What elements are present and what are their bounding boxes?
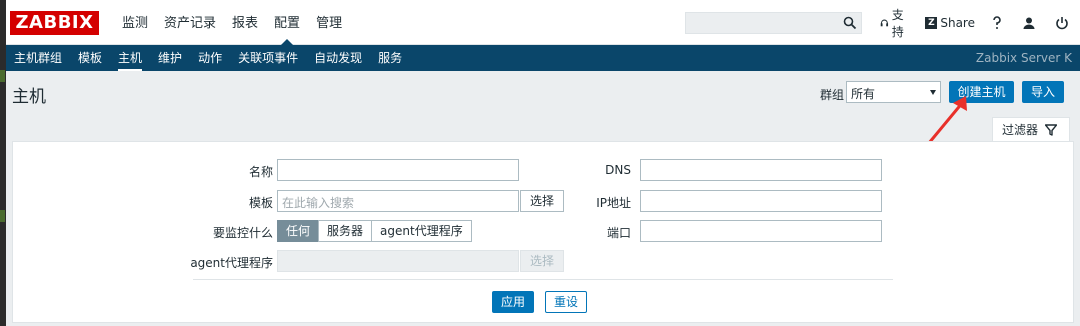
zabbix-app: ZABBIX 监测 资产记录 报表 配置 管理 支持 Z Share 主机群组 … (6, 0, 1080, 326)
main-menu-item-reports[interactable]: 报表 (224, 0, 266, 45)
filter-panel: 名称 模板 在此输入搜索 选择 要监控什么 任何 服务器 agent代理程序 a… (12, 141, 1074, 323)
annotation-arrow-icon (927, 96, 967, 145)
share-z-icon: Z (925, 16, 938, 29)
page-title: 主机 (12, 87, 46, 107)
page-header: 主机 群组 所有 创建主机 导入 (6, 71, 1080, 119)
filter-tab[interactable]: 过滤器 (992, 117, 1070, 141)
monitored-option-server[interactable]: 服务器 (318, 220, 373, 242)
sub-menu-item-services[interactable]: 服务 (370, 45, 410, 71)
dns-input[interactable] (640, 159, 882, 181)
sub-menu-item-event-correlation[interactable]: 关联项事件 (230, 45, 306, 71)
server-name: Zabbix Server K (975, 51, 1072, 65)
filter-divider (193, 279, 893, 280)
desktop-edge-mark (0, 210, 5, 222)
apply-button[interactable]: 应用 (492, 291, 534, 313)
support-link[interactable]: 支持 (872, 0, 917, 45)
sub-menu-item-actions[interactable]: 动作 (190, 45, 230, 71)
main-menu-item-inventory[interactable]: 资产记录 (156, 0, 224, 45)
top-header: ZABBIX 监测 资产记录 报表 配置 管理 支持 Z Share (6, 0, 1080, 45)
desktop-edge-mark (0, 70, 5, 82)
ip-input[interactable] (640, 190, 882, 212)
dns-label: DNS (605, 163, 631, 177)
help-icon (993, 15, 1001, 29)
help-button[interactable] (983, 0, 1014, 45)
sub-menu-item-maintenance[interactable]: 维护 (150, 45, 190, 71)
share-link[interactable]: Z Share (917, 0, 983, 45)
main-menu-item-configuration[interactable]: 配置 (266, 0, 308, 45)
proxy-input (277, 250, 519, 272)
main-menu: 监测 资产记录 报表 配置 管理 (114, 0, 350, 45)
proxy-label: agent代理程序 (190, 256, 273, 270)
port-label: 端口 (606, 226, 631, 240)
user-icon (1023, 17, 1035, 29)
sub-menu: 主机群组 模板 主机 维护 动作 关联项事件 自动发现 服务 Zabbix Se… (6, 45, 1080, 71)
share-label: Share (940, 15, 975, 30)
name-input[interactable] (277, 159, 519, 181)
sub-menu-item-discovery[interactable]: 自动发现 (306, 45, 370, 71)
sub-menu-item-host-groups[interactable]: 主机群组 (6, 45, 70, 71)
port-input[interactable] (640, 220, 882, 242)
user-profile-button[interactable] (1014, 0, 1047, 45)
filter-icon (1045, 123, 1058, 136)
monitored-option-proxy[interactable]: agent代理程序 (371, 220, 472, 242)
headset-icon (880, 19, 889, 26)
monitored-by-segmented: 任何 服务器 agent代理程序 (277, 220, 472, 242)
search-icon[interactable] (843, 16, 857, 30)
name-label: 名称 (248, 165, 273, 179)
support-label: 支持 (891, 7, 904, 39)
logout-button[interactable] (1047, 0, 1080, 45)
sub-menu-item-templates[interactable]: 模板 (70, 45, 110, 71)
template-label: 模板 (248, 196, 273, 210)
monitored-option-any[interactable]: 任何 (277, 220, 320, 242)
group-label: 群组 (820, 88, 845, 102)
main-menu-item-monitoring[interactable]: 监测 (114, 0, 156, 45)
template-select-button[interactable]: 选择 (520, 190, 564, 212)
filter-tab-label: 过滤器 (1002, 123, 1039, 137)
template-search-input[interactable]: 在此输入搜索 (277, 190, 519, 212)
monitored-by-label: 要监控什么 (212, 226, 273, 240)
sub-menu-item-hosts[interactable]: 主机 (110, 45, 150, 71)
power-icon (1056, 16, 1068, 29)
proxy-select-button: 选择 (520, 250, 564, 272)
main-menu-item-administration[interactable]: 管理 (308, 0, 350, 45)
import-button[interactable]: 导入 (1022, 81, 1064, 103)
reset-button[interactable]: 重设 (545, 291, 587, 313)
ip-label: IP地址 (596, 196, 631, 210)
group-select-value: 所有 (851, 87, 876, 101)
top-tools: 支持 Z Share (872, 0, 1080, 45)
zabbix-logo[interactable]: ZABBIX (10, 11, 99, 35)
search-input[interactable] (685, 12, 862, 34)
